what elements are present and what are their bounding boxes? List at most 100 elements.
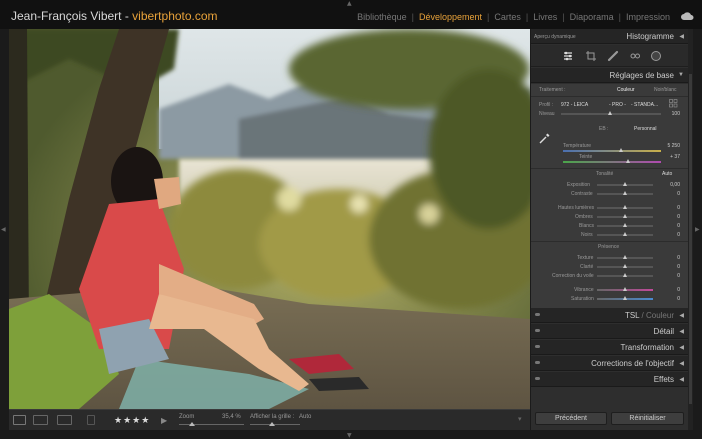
detail-panel-header[interactable]: Détail ◀ [531,324,688,339]
hsl-panel-header[interactable]: TSL / Couleur ◀ [531,308,688,323]
histogram-panel-header[interactable]: Aperçu dynamique Histogramme ◀ [531,29,688,44]
highlights-slider-knob[interactable] [623,205,627,209]
lens-expand-icon[interactable]: ◀ [679,360,684,367]
left-panel-toggle-icon[interactable]: ◀ [1,226,6,233]
exposure-slider-knob[interactable] [623,182,627,186]
vibrance-slider-knob[interactable] [623,287,627,291]
effects-expand-icon[interactable]: ◀ [679,376,684,383]
vibrance-value[interactable]: 0 [677,287,680,293]
detail-expand-icon[interactable]: ◀ [679,328,684,335]
loupe-view-button[interactable] [13,415,26,425]
profile-standard[interactable]: - STANDA... [631,102,658,108]
tint-slider-knob[interactable] [626,159,630,163]
clarity-slider-knob[interactable] [623,264,627,268]
treatment-label: Traitement : [539,87,566,93]
treatment-color-option[interactable]: Couleur [617,87,635,93]
compare-view-button[interactable] [33,415,48,425]
top-panel-toggle-icon[interactable]: ▲ [347,0,352,7]
amount-slider-knob[interactable] [608,111,612,115]
transform-expand-icon[interactable]: ◀ [679,344,684,351]
temperature-slider-track[interactable] [563,150,661,152]
right-panel-toggle-icon[interactable]: ▶ [695,226,700,233]
basic-panel-header[interactable]: Réglages de base ▼ [531,68,688,83]
whites-value[interactable]: 0 [677,223,680,229]
wb-value[interactable]: Personnal [634,126,657,132]
basic-panel-title: Réglages de base [609,71,675,80]
contrast-label: Contraste [571,191,593,197]
amount-value[interactable]: 100 [672,111,680,117]
exposure-value[interactable]: 0,00 [670,182,680,188]
red-eye-icon[interactable] [629,50,641,62]
module-developpement[interactable]: Développement [419,12,482,22]
dehaze-value[interactable]: 0 [677,273,680,279]
shadows-value[interactable]: 0 [677,214,680,220]
star-rating[interactable]: ★★★★ [114,415,150,426]
dehaze-slider-knob[interactable] [623,273,627,277]
toolbar-menu-arrow-icon[interactable]: ▶ [161,416,167,425]
profile-browser-icon[interactable] [669,99,678,108]
panel-scrollbar[interactable] [688,29,693,430]
texture-slider-knob[interactable] [623,255,627,259]
hsl-expand-icon[interactable]: ◀ [679,312,684,319]
mask-icon[interactable] [650,50,662,62]
saturation-slider-knob[interactable] [623,296,627,300]
temperature-value[interactable]: 5 250 [667,143,680,149]
lens-panel-header[interactable]: Corrections de l'objectif ◀ [531,356,688,371]
shadows-slider-knob[interactable] [623,214,627,218]
module-diaporama[interactable]: Diaporama [570,12,614,22]
zoom-slider-knob[interactable] [189,422,195,426]
module-impression[interactable]: Impression [626,12,670,22]
previous-button[interactable]: Précédent [535,412,607,425]
healing-brush-icon[interactable] [607,50,619,62]
temperature-slider-knob[interactable] [619,148,623,152]
module-livres[interactable]: Livres [533,12,557,22]
texture-value[interactable]: 0 [677,255,680,261]
detail-panel-title: Détail [653,327,674,336]
clarity-value[interactable]: 0 [677,264,680,270]
grid-value[interactable]: Auto [299,414,311,420]
panel-switch-icon[interactable] [535,312,540,317]
tone-auto-button[interactable]: Auto [662,171,672,177]
zoom-value: 35,4 % [222,414,241,420]
bottom-panel-toggle-icon[interactable]: ▼ [347,432,352,439]
blacks-slider-knob[interactable] [623,232,627,236]
basic-panel-body: Traitement : Couleur Noir/blanc Profil :… [531,84,688,309]
crop-icon[interactable] [585,50,597,62]
reset-button[interactable]: Réinitialiser [611,412,684,425]
panel-switch-icon[interactable] [535,344,540,349]
top-bar: ▲ Jean-François Vibert - vibertphoto.com… [0,0,702,29]
tint-slider-track[interactable] [563,161,661,163]
histogram-collapse-icon[interactable]: ◀ [679,33,684,40]
highlights-value[interactable]: 0 [677,205,680,211]
module-bibliotheque[interactable]: Bibliothèque [357,12,407,22]
scrollbar-thumb[interactable] [689,74,692,404]
grid-slider-knob[interactable] [269,422,275,426]
contrast-value[interactable]: 0 [677,191,680,197]
transform-panel-header[interactable]: Transformation ◀ [531,340,688,355]
before-after-button[interactable] [57,415,72,425]
panel-switch-icon[interactable] [535,376,540,381]
blacks-value[interactable]: 0 [677,232,680,238]
profile-label: Profil : [539,102,554,108]
treatment-bw-option[interactable]: Noir/blanc [654,87,677,93]
grid-slider-track[interactable] [250,424,300,425]
toolbar-dropdown-icon[interactable]: ▾ [518,415,522,423]
photo-preview[interactable] [9,29,530,409]
tint-value[interactable]: + 37 [670,154,680,160]
eyedropper-icon[interactable] [538,132,551,145]
whites-slider-knob[interactable] [623,223,627,227]
panel-switch-icon[interactable] [535,328,540,333]
basic-collapse-icon[interactable]: ▼ [678,72,684,78]
effects-panel-header[interactable]: Effets ◀ [531,372,688,387]
lens-panel-title: Corrections de l'objectif [591,359,674,368]
contrast-slider-knob[interactable] [623,191,627,195]
profile-value[interactable]: 972 - LEICA [561,102,588,108]
profile-mid[interactable]: - PRO - [609,102,626,108]
panel-switch-icon[interactable] [535,360,540,365]
cloud-sync-icon[interactable] [681,12,694,20]
saturation-value[interactable]: 0 [677,296,680,302]
module-cartes[interactable]: Cartes [494,12,521,22]
sliders-icon[interactable] [562,50,574,62]
flag-icon[interactable] [87,415,95,425]
photo-image [9,29,530,409]
